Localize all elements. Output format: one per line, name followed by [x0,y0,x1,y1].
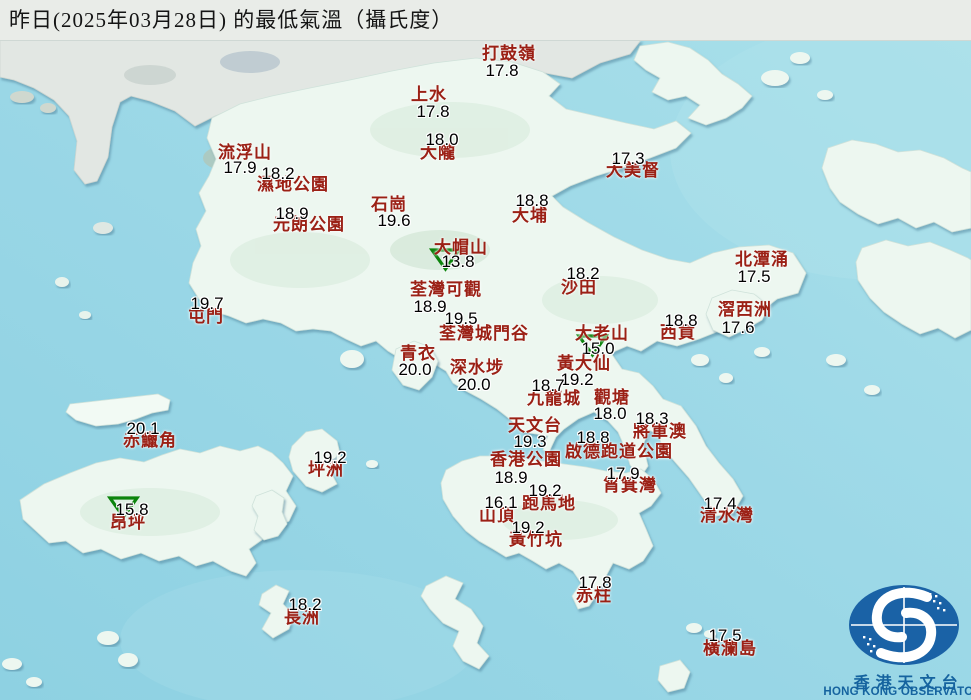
station-temp-value: 17.9 [606,464,640,483]
station-temp-value: 19.2 [313,448,347,467]
station-temp-value: 17.8 [578,573,612,592]
title-bar: 昨日(2025年03月28日) 的最低氣溫（攝氏度） [0,0,971,41]
station-temp-value: 18.9 [494,468,528,487]
station-temp-value: 18.9 [413,297,447,316]
station-temp-value: 18.3 [635,409,669,428]
station-temp-value: 19.2 [528,481,562,500]
station-temp-value: 17.9 [223,158,257,177]
station-temp-value: 20.1 [126,419,160,438]
station-temp-value: 13.8 [441,252,475,271]
station-temp-value: 18.8 [515,191,549,210]
station-temp-value: 19.5 [444,309,478,328]
station-temp-value: 15.8 [115,500,149,519]
station-temp-value: 19.2 [560,370,594,389]
station-name-label: 荃灣可觀 [410,280,482,299]
station-temp-value: 18.0 [593,404,627,423]
hko-logo-name-en: HONG KONG OBSERVATORY [823,686,971,698]
station-temp-value: 20.0 [398,360,432,379]
station-temp-value: 17.8 [485,61,519,80]
station-temp-value: 20.0 [457,375,491,394]
station-temp-value: 17.3 [611,149,645,168]
station-temp-value: 19.3 [513,432,547,451]
hko-logo: 香港天文台 HONG KONG OBSERVATORY [823,583,971,700]
station-temp-value: 17.4 [703,494,737,513]
station-temp-value: 18.7 [531,376,565,395]
station-temp-value: 17.5 [708,626,742,645]
station-temp-value: 19.7 [190,294,224,313]
station-name-label: 深水埗 [450,358,504,377]
station-name-label: 香港公園 [490,450,562,469]
station-temp-value: 19.2 [511,518,545,537]
station-temp-value: 18.2 [261,164,295,183]
station-temp-value: 19.6 [377,211,411,230]
station-temp-value: 18.2 [288,595,322,614]
station-temp-value: 17.8 [416,102,450,121]
station-temp-value: 18.2 [566,264,600,283]
station-temp-value: 18.8 [576,428,610,447]
station-name-label: 北潭涌 [735,250,789,269]
station-name-label: 滘西洲 [718,300,772,319]
station-temp-value: 17.6 [721,318,755,337]
page-title: 昨日(2025年03月28日) 的最低氣溫（攝氏度） [9,8,454,32]
station-temp-value: 17.5 [737,267,771,286]
station-temp-value: 18.9 [275,204,309,223]
hko-typhoon-swirl-icon [849,585,959,665]
station-temp-value: 18.0 [425,130,459,149]
station-name-label: 上水 [411,85,447,104]
station-temp-value: 18.8 [664,311,698,330]
station-temp-value: 16.1 [484,493,518,512]
hko-min-temp-map-screen: 昨日(2025年03月28日) 的最低氣溫（攝氏度） 打鼓嶺 17.8 上水 17.8… [0,0,971,700]
stations-layer: 打鼓嶺 17.8 上水 17.8 大隴 18.0 大美督 17.3 流浮山 17.9 濕地公園 18.… [0,0,971,700]
station-name-label: 打鼓嶺 [482,44,536,63]
